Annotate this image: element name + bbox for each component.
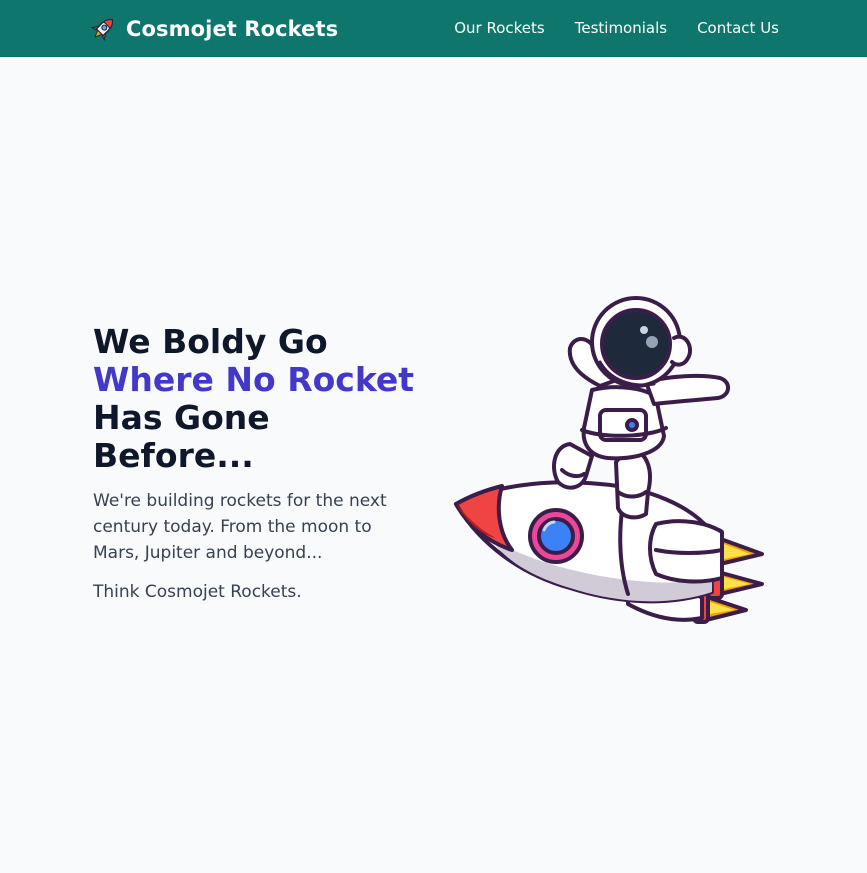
nav-link-contact-us[interactable]: Contact Us [697,19,779,37]
hero-title: We Boldy Go Where No Rocket Has Gone Bef… [93,323,423,475]
hero-title-line-4: Before... [93,436,254,475]
main-nav: Our Rockets Testimonials Contact Us [424,19,779,37]
hero-title-line-3: Has Gone [93,398,270,437]
hero-tagline: Think Cosmojet Rockets. [93,582,302,602]
rocket-icon [90,18,114,42]
astronaut-on-rocket-illustration [454,296,764,624]
hero-section: We Boldy Go Where No Rocket Has Gone Bef… [93,323,423,605]
brand-name: Cosmojet Rockets [126,17,339,41]
hero-title-accent: Where No Rocket [93,360,415,399]
nav-link-testimonials[interactable]: Testimonials [575,19,667,37]
nav-link-our-rockets[interactable]: Our Rockets [454,19,545,37]
top-navbar: Cosmojet Rockets Our Rockets Testimonial… [0,0,867,57]
brand-logo-link[interactable]: Cosmojet Rockets [88,13,338,45]
hero-description: We're building rockets for the next cent… [93,491,387,563]
hero-title-line-1: We Boldy Go [93,322,328,361]
